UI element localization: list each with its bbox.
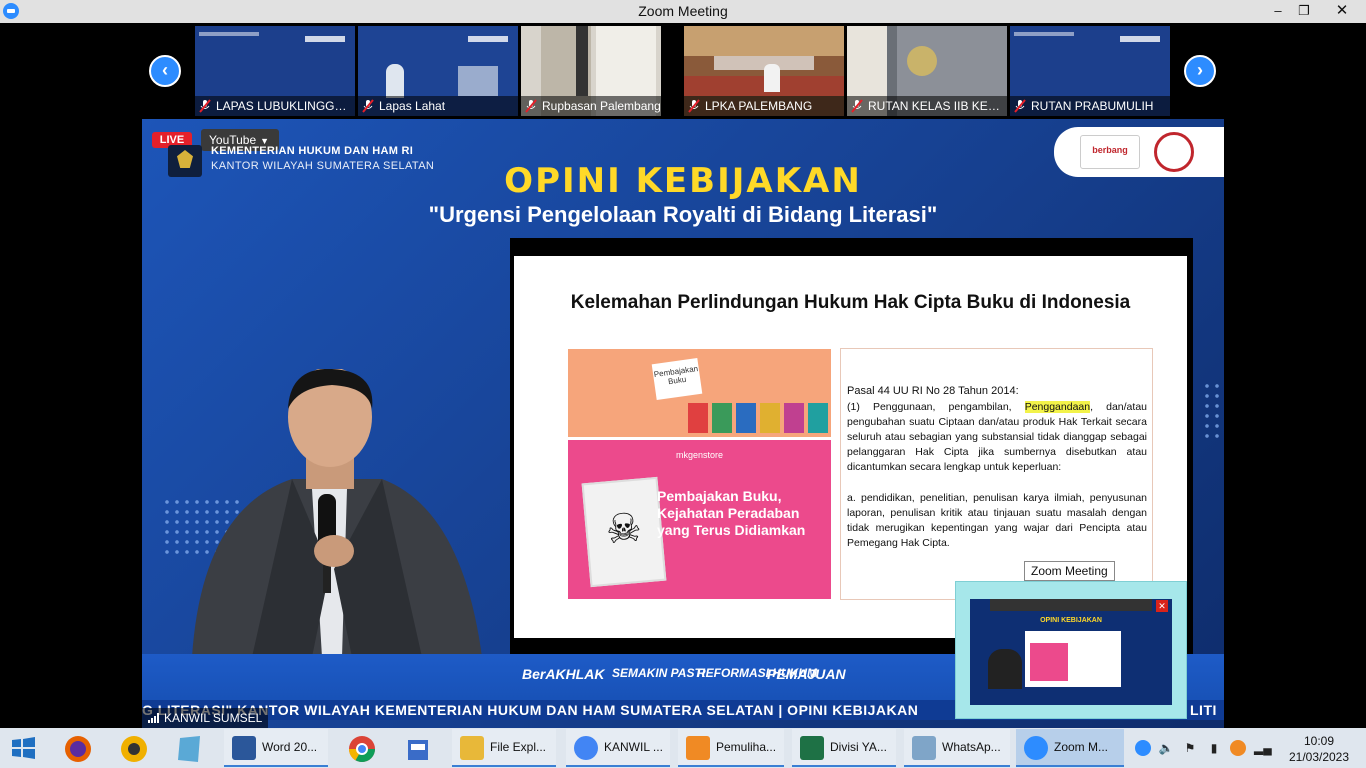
clock-time[interactable]: 10:09	[1288, 734, 1350, 748]
hands-sign-label: Pembajakan Buku	[651, 357, 703, 401]
participant-tile[interactable]: LAPAS LUBUKLINGGA...	[195, 26, 355, 116]
taskbar-preview-thumbnail[interactable]: OPINI KEBIJAKAN ✕	[955, 581, 1187, 719]
taskbar-app-word[interactable]: Word 20...	[224, 729, 328, 767]
preview-title: OPINI KEBIJAKAN	[1040, 617, 1102, 624]
berakhlak-logo: BerAKHLAK	[522, 666, 605, 682]
chrome-icon[interactable]	[340, 732, 384, 766]
participant-name: LAPAS LUBUKLINGGA...	[216, 99, 352, 113]
semakin-pasti-logo: SEMAKIN PASTI	[612, 666, 706, 680]
participant-name-bar: Lapas Lahat	[358, 96, 518, 116]
mic-muted-icon	[851, 99, 863, 113]
scanner-icon[interactable]	[396, 732, 440, 766]
taskbar-app-file-explorer[interactable]: File Expl...	[452, 729, 556, 767]
participant-tile[interactable]: RUTAN PRABUMULIH	[1010, 26, 1170, 116]
preview-speaker	[988, 649, 1022, 689]
law-point-a: a. pendidikan, penelitian, penulisan kar…	[847, 492, 1147, 549]
participant-tile[interactable]: Rupbasan Palembang	[521, 26, 681, 116]
slide-heading: Kelemahan Perlindungan Hukum Hak Cipta B…	[570, 292, 1131, 313]
clock-date[interactable]: 21/03/2023	[1288, 750, 1350, 764]
participant-name-bar: RUTAN KELAS IIB KEB...	[847, 96, 1007, 116]
tooltip: Zoom Meeting	[1024, 561, 1115, 581]
zoom-icon	[1024, 736, 1048, 760]
participant-name: RUTAN PRABUMULIH	[1031, 99, 1154, 113]
org-name: KEMENTERIAN HUKUM DAN HAM RI	[211, 145, 414, 157]
close-button[interactable]: ✕	[1318, 0, 1366, 23]
close-icon[interactable]: ✕	[1156, 600, 1168, 612]
battery-icon[interactable]: ▮	[1206, 740, 1222, 756]
pdf-icon	[686, 736, 710, 760]
signal-icon	[148, 713, 159, 723]
participant-name-bar: Rupbasan Palembang	[521, 96, 681, 116]
flag-icon[interactable]: ⚑	[1182, 740, 1198, 756]
folder-icon	[460, 736, 484, 760]
preview-screen: OPINI KEBIJAKAN ✕	[970, 599, 1172, 705]
speaker-video	[192, 369, 482, 657]
participant-name: LPKA PALEMBANG	[705, 99, 813, 113]
title-bar: Zoom Meeting – ❐ ✕	[0, 0, 1366, 23]
gallery-prev-button[interactable]: ‹	[149, 55, 181, 87]
participant-tile[interactable]: LPKA PALEMBANG	[684, 26, 844, 116]
poster-brand: mkgenstore	[676, 450, 724, 460]
windows-start-icon[interactable]	[8, 736, 38, 760]
zoom-meeting-window: Zoom Meeting – ❐ ✕ ‹ LAPAS LUBUKLINGGA..…	[0, 0, 1366, 768]
volume-icon[interactable]: 🔈	[1158, 740, 1174, 756]
book-piracy-image: Pembajakan Buku	[568, 349, 831, 437]
windows-taskbar: Word 20... File Expl... KANWIL ... Pemul…	[0, 728, 1366, 768]
taskbar-app-whatsapp[interactable]: WhatsAp...	[904, 729, 1010, 767]
poster-headline: Pembajakan Buku, Kejahatan Peradaban yan…	[657, 488, 806, 538]
participant-name: RUTAN KELAS IIB KEB...	[868, 99, 1004, 113]
mic-muted-icon	[688, 99, 700, 113]
zoom-tray-icon[interactable]	[1135, 740, 1151, 756]
participant-tile[interactable]: RUTAN KELAS IIB KEB...	[847, 26, 1007, 116]
window-title: Zoom Meeting	[638, 3, 728, 19]
mic-muted-icon	[362, 99, 374, 113]
mic-muted-icon	[1014, 99, 1026, 113]
decorative-dots	[1202, 381, 1224, 441]
law-paragraph-1: (1) Penggunaan, pengambilan, Penggandaan…	[847, 401, 1147, 473]
skull-book-icon	[581, 476, 667, 588]
piracy-poster-image: mkgenstore Pembajakan Buku, Kejahatan Pe…	[568, 440, 831, 599]
participant-name-bar: LPKA PALEMBANG	[684, 96, 844, 116]
speaker-name-tag: KANWIL SUMSEL	[142, 708, 269, 728]
app-tray-icon[interactable]	[1230, 740, 1246, 756]
firefox-icon[interactable]	[56, 732, 100, 766]
participant-name-bar: RUTAN PRABUMULIH	[1010, 96, 1170, 116]
event-title: OPINI KEBIJAKAN	[504, 161, 862, 201]
participant-name: Lapas Lahat	[379, 99, 446, 113]
highlighted-term: Penggandaan	[1024, 401, 1091, 413]
chrome-icon	[574, 736, 598, 760]
participant-name-bar: LAPAS LUBUKLINGGA...	[195, 96, 355, 116]
vpn-icon[interactable]	[112, 732, 156, 766]
taskbar-app-zoom[interactable]: Zoom M...	[1016, 729, 1124, 767]
pemajuan-logo: PEMAJUAN	[767, 666, 846, 682]
participant-tile[interactable]: Lapas Lahat	[358, 26, 518, 116]
excel-icon	[800, 736, 824, 760]
word-icon	[232, 736, 256, 760]
participant-gallery: ‹ LAPAS LUBUKLINGGA... Lapas Lahat Rupba…	[0, 23, 1366, 119]
event-subtitle: "Urgensi Pengelolaan Royalti di Bidang L…	[428, 202, 938, 227]
preview-slide	[1025, 631, 1121, 687]
law-title: Pasal 44 UU RI No 28 Tahun 2014:	[847, 385, 1019, 397]
preview-gallery-strip	[990, 599, 1152, 611]
mic-muted-icon	[525, 99, 537, 113]
gallery-next-button[interactable]: ›	[1184, 55, 1216, 87]
whatsapp-icon	[912, 736, 936, 760]
maximize-button[interactable]: ❐	[1289, 0, 1319, 23]
participant-name: Rupbasan Palembang	[542, 99, 661, 113]
wifi-signal-icon[interactable]: ▂▄	[1254, 740, 1272, 756]
taskbar-app-excel[interactable]: Divisi YA...	[792, 729, 896, 767]
taskbar-app-pdf[interactable]: Pemuliha...	[678, 729, 784, 767]
notes-icon[interactable]	[168, 732, 212, 766]
mic-muted-icon	[199, 99, 211, 113]
taskbar-app-chrome[interactable]: KANWIL ...	[566, 729, 670, 767]
